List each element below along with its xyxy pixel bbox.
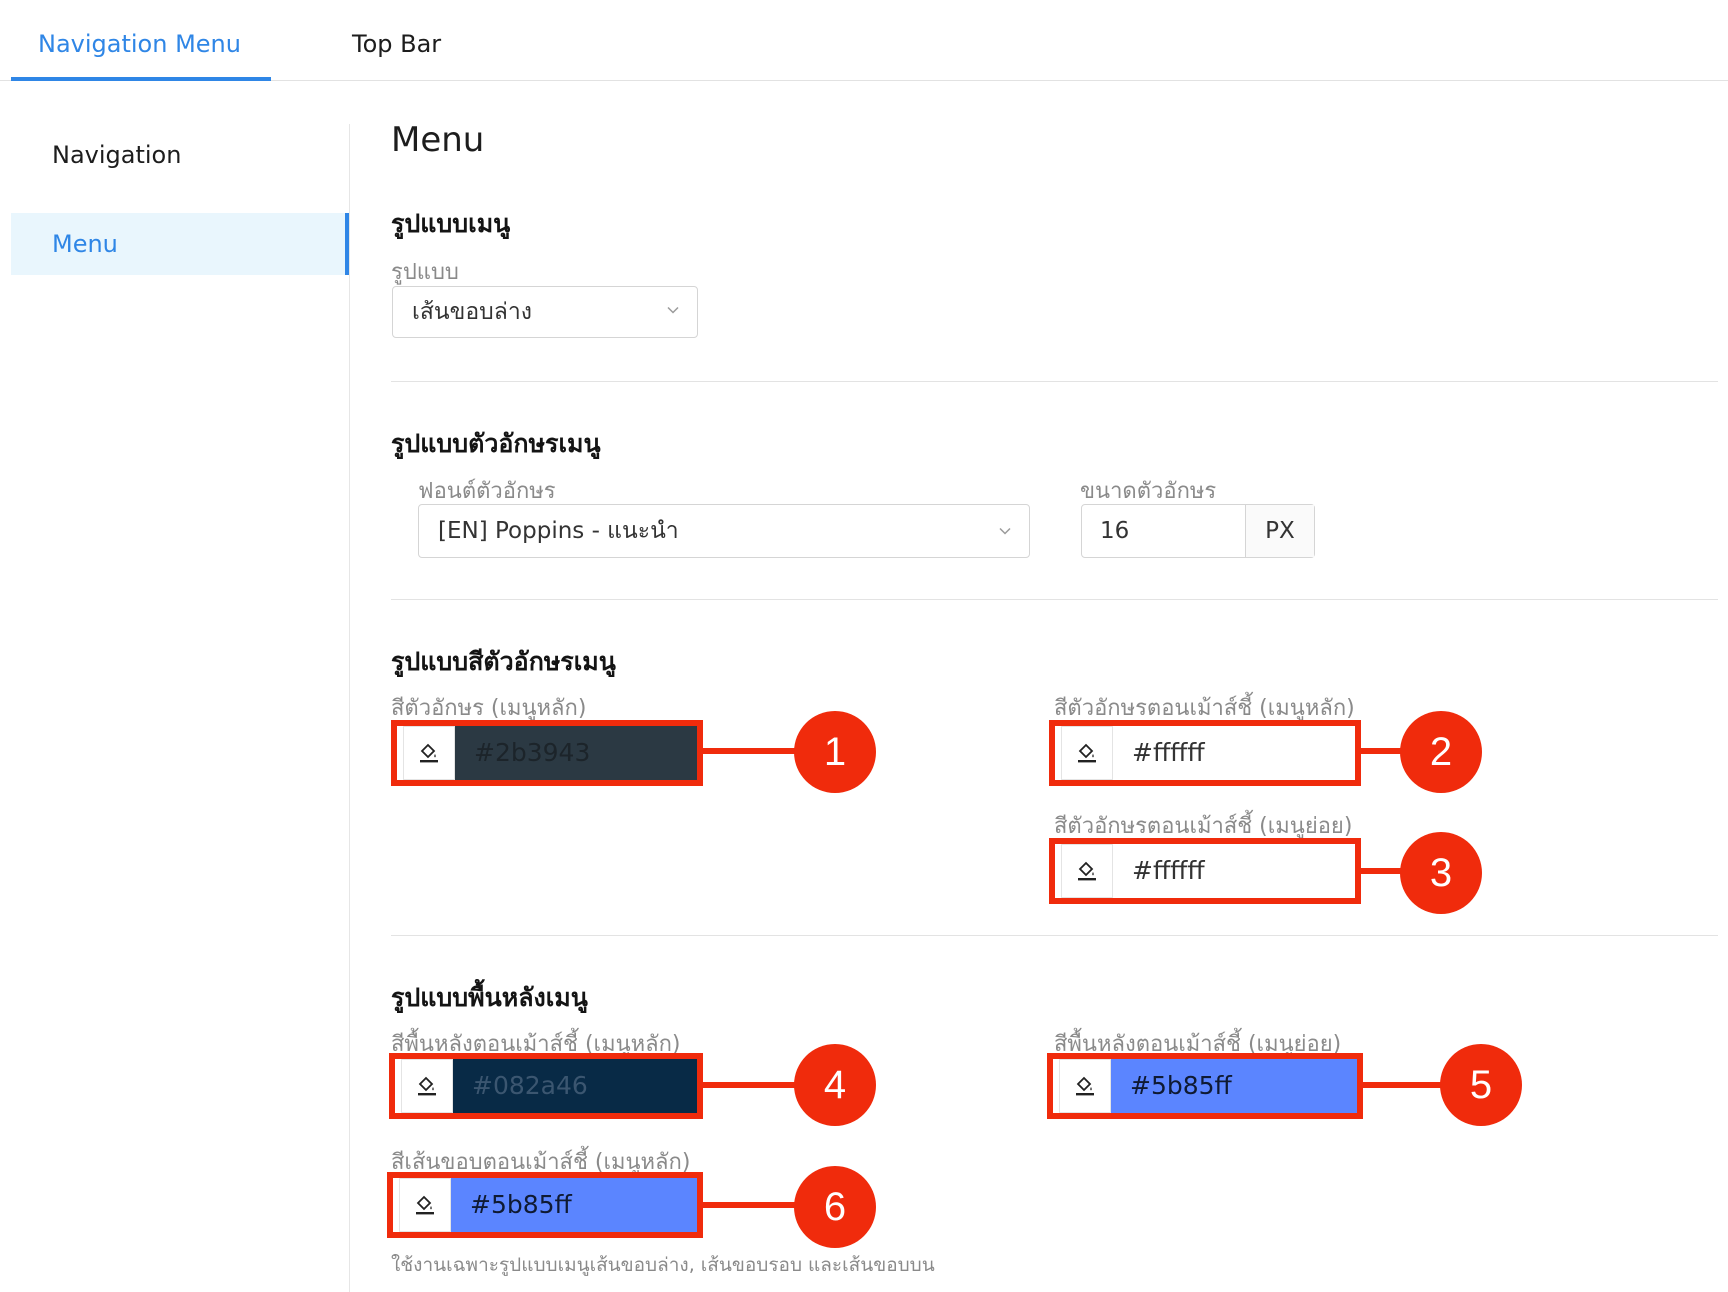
- callout-line: [703, 748, 795, 754]
- paint-bucket-icon: [1078, 743, 1096, 763]
- color-picker-button[interactable]: [1061, 844, 1113, 898]
- font-size-input[interactable]: 16 PX: [1081, 504, 1315, 558]
- hover-border-value[interactable]: #5b85ff: [451, 1178, 697, 1232]
- color-picker-button[interactable]: [1061, 726, 1113, 780]
- chevron-down-icon: [999, 527, 1011, 535]
- callout-line: [1361, 748, 1401, 754]
- hover-sub-bg-input[interactable]: #5b85ff: [1047, 1053, 1363, 1119]
- background-title: รูปแบบพื้นหลังเมนู: [391, 983, 588, 1012]
- page-title: Menu: [391, 120, 485, 160]
- tab-navigation-menu[interactable]: Navigation Menu: [38, 30, 241, 58]
- hover-main-bg-value[interactable]: #082a46: [453, 1059, 697, 1113]
- color-picker-button[interactable]: [401, 1059, 453, 1113]
- main-text-color-value[interactable]: #2b3943: [455, 726, 697, 780]
- hover-sub-text-color-value[interactable]: #ffffff: [1113, 844, 1355, 898]
- font-color-title: รูปแบบสีตัวอักษรเมนู: [391, 647, 616, 676]
- hover-main-bg-input[interactable]: #082a46: [389, 1053, 703, 1119]
- callout-badge: 3: [1400, 832, 1482, 914]
- section-divider: [391, 599, 1718, 600]
- menu-style-select-value: เส้นขอบล่าง: [412, 299, 532, 325]
- hover-sub-text-color-input[interactable]: #ffffff: [1049, 838, 1361, 904]
- font-size-label: ขนาดตัวอักษร: [1080, 479, 1217, 504]
- paint-bucket-icon: [1076, 1076, 1094, 1096]
- font-family-select-value: [EN] Poppins - แนะนำ: [438, 518, 679, 544]
- color-picker-button[interactable]: [399, 1178, 451, 1232]
- callout-badge: 6: [794, 1166, 876, 1248]
- font-size-unit: PX: [1245, 505, 1314, 557]
- menu-style-label: รูปแบบ: [391, 260, 459, 285]
- font-family-select[interactable]: [EN] Poppins - แนะนำ: [418, 504, 1030, 558]
- callout-line: [703, 1082, 795, 1088]
- section-divider: [391, 381, 1718, 382]
- paint-bucket-icon: [418, 1076, 436, 1096]
- menu-style-select[interactable]: เส้นขอบล่าง: [392, 286, 698, 338]
- color-picker-button[interactable]: [1059, 1059, 1111, 1113]
- font-style-title: รูปแบบตัวอักษรเมนู: [391, 429, 601, 458]
- font-family-label: ฟอนต์ตัวอักษร: [418, 479, 556, 504]
- callout-badge: 4: [794, 1044, 876, 1126]
- sidebar-item-menu[interactable]: Menu: [11, 213, 349, 275]
- paint-bucket-icon: [416, 1195, 434, 1215]
- paint-bucket-icon: [1078, 861, 1096, 881]
- hover-main-text-color-input[interactable]: #ffffff: [1049, 720, 1361, 786]
- color-picker-button[interactable]: [403, 726, 455, 780]
- hover-border-input[interactable]: #5b85ff: [387, 1172, 703, 1238]
- callout-badge: 1: [794, 711, 876, 793]
- main-text-color-input[interactable]: #2b3943: [391, 720, 703, 786]
- section-divider: [391, 935, 1718, 936]
- chevron-down-icon: [667, 306, 679, 314]
- menu-style-title: รูปแบบเมนู: [391, 209, 511, 238]
- hover-sub-bg-value[interactable]: #5b85ff: [1111, 1059, 1357, 1113]
- callout-badge: 5: [1440, 1044, 1522, 1126]
- hover-main-text-color-value[interactable]: #ffffff: [1113, 726, 1355, 780]
- font-size-value: 16: [1100, 518, 1130, 544]
- paint-bucket-icon: [420, 743, 438, 763]
- callout-line: [1361, 868, 1401, 874]
- active-tab-indicator: [11, 77, 271, 81]
- callout-line: [1363, 1082, 1441, 1088]
- callout-line: [703, 1202, 795, 1208]
- helper-note: ใช้งานเฉพาะรูปแบบเมนูเส้นขอบล่าง, เส้นขอ…: [391, 1254, 935, 1276]
- callout-badge: 2: [1400, 711, 1482, 793]
- sidebar-divider: [349, 124, 350, 1292]
- tab-top-bar[interactable]: Top Bar: [352, 30, 441, 58]
- sidebar-item-navigation[interactable]: Navigation: [11, 124, 349, 186]
